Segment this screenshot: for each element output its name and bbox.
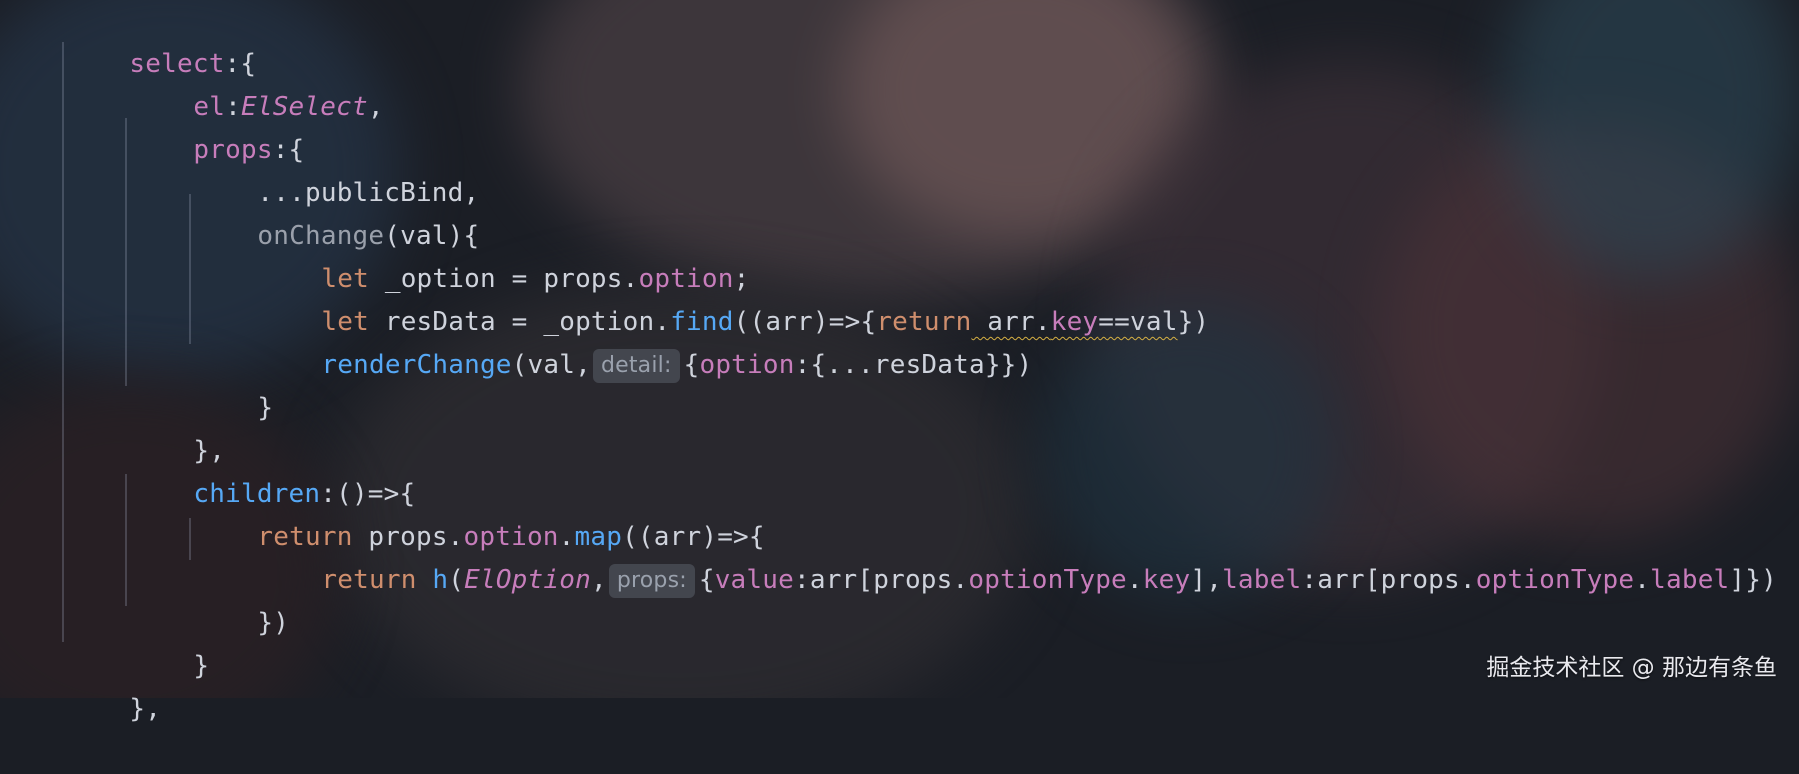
inlay-hint: props: — [608, 564, 695, 598]
code-token: }, — [129, 694, 162, 724]
code-line[interactable]: let resData = _option.find((arr)=>{retur… — [258, 258, 1209, 337]
code-line[interactable]: }) — [194, 559, 289, 638]
code-token: (val, — [511, 350, 591, 380]
code-token: ==val — [1098, 307, 1178, 337]
code-token: key — [1142, 565, 1191, 595]
code-token: renderChange — [321, 350, 512, 380]
code-token: } — [193, 651, 210, 681]
code-token: { — [698, 565, 715, 595]
code-token: ( — [448, 565, 465, 595]
indent-guide — [189, 518, 191, 560]
indent-guide — [125, 118, 127, 386]
indent-guide — [125, 474, 127, 606]
code-line[interactable]: select:{ — [66, 0, 256, 79]
code-line[interactable]: children:()=>{ — [130, 430, 415, 509]
code-line[interactable]: let _option = props.option; — [258, 215, 749, 294]
code-line[interactable]: onChange(val){ — [194, 172, 479, 251]
code-line[interactable]: renderChange(val, detail: {option:{...resD… — [258, 301, 1032, 383]
code-token: }) — [1177, 307, 1210, 337]
code-token: label — [1222, 565, 1302, 595]
code-line[interactable]: } — [130, 602, 209, 681]
code-token: }) — [257, 608, 290, 638]
code-line[interactable]: }, — [130, 387, 225, 466]
code-token: :arr[props. — [793, 565, 969, 595]
code-token: ], — [1190, 565, 1223, 595]
inlay-hint: detail: — [592, 349, 680, 383]
code-token: , — [367, 92, 384, 122]
code-token: return — [321, 565, 417, 595]
code-line[interactable]: props:{ — [130, 86, 304, 165]
code-line[interactable]: el:ElSelect, — [130, 43, 384, 122]
code-editor[interactable]: select:{ el:ElSelect, props:{ ...publicB… — [0, 0, 1799, 724]
code-token: { — [683, 350, 700, 380]
code-token: h — [432, 565, 449, 595]
indent-guide — [189, 194, 191, 344]
indent-guide — [62, 42, 64, 642]
code-token: value — [714, 565, 794, 595]
watermark: 掘金技术社区 @ 那边有条鱼 — [1486, 655, 1777, 681]
code-line[interactable]: ...publicBind, — [194, 129, 479, 208]
code-line[interactable]: }, — [66, 645, 161, 724]
code-token: . — [1126, 565, 1143, 595]
code-token: optionType — [968, 565, 1127, 595]
code-token: optionType — [1475, 565, 1635, 595]
code-token: option — [699, 350, 795, 380]
code-token: key — [1050, 307, 1099, 337]
code-token: :arr[props. — [1301, 565, 1476, 595]
code-token: ]}) — [1729, 565, 1777, 595]
code-token: } — [257, 393, 274, 423]
code-line[interactable]: } — [194, 344, 273, 423]
code-line[interactable]: return props.option.map((arr)=>{ — [194, 473, 765, 552]
code-token: ElOption — [464, 565, 591, 595]
code-token: :{...resData}}) — [794, 350, 1033, 380]
code-token: . — [1634, 565, 1651, 595]
code-token: label — [1650, 565, 1730, 595]
code-token: , — [590, 565, 607, 595]
code-line[interactable]: return h(ElOption, props: {value:arr[props… — [258, 516, 1777, 598]
